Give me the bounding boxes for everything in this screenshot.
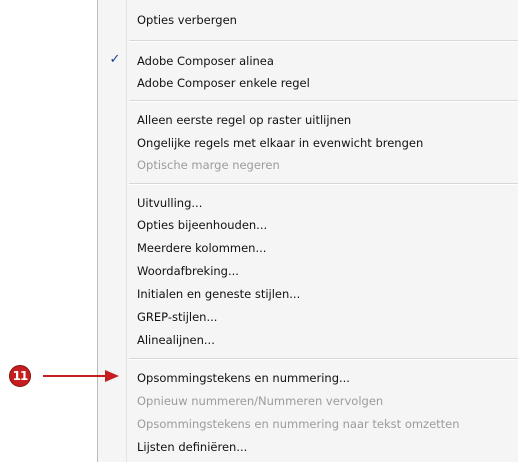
menu-item-naar-tekst-omzetten[interactable]: Opsommingstekens en nummering naar tekst… (98, 412, 518, 436)
right-arrow-icon (43, 370, 119, 382)
menu-item-label: Alleen eerste regel op raster uitlijnen (137, 113, 352, 127)
menu-item-alinealijnen[interactable]: Alinealijnen... (98, 328, 518, 352)
menu-item-label: Opties verbergen (137, 13, 237, 27)
menu-item-adobe-composer-alinea[interactable]: ✓ Adobe Composer alinea (98, 49, 518, 73)
menu-item-opties-bijeenhouden[interactable]: Opties bijeenhouden... (98, 213, 518, 237)
checkmark-icon: ✓ (109, 52, 121, 67)
menu-item-label: Opnieuw nummeren/Nummeren vervolgen (137, 394, 384, 408)
menu-item-optische-marge[interactable]: Optische marge negeren (98, 153, 518, 177)
menu-item-meerdere-kolommen[interactable]: Meerdere kolommen... (98, 236, 518, 260)
menu-item-label: Adobe Composer alinea (137, 54, 274, 68)
menu-separator (129, 100, 518, 102)
menu-item-eerste-regel-raster[interactable]: Alleen eerste regel op raster uitlijnen (98, 108, 518, 132)
menu-item-ongelijke-regels[interactable]: Ongelijke regels met elkaar in evenwicht… (98, 131, 518, 155)
menu-item-grep-stijlen[interactable]: GREP-stijlen... (98, 305, 518, 329)
menu-item-label: Opsommingstekens en nummering... (137, 371, 350, 385)
menu-item-adobe-composer-enkele-regel[interactable]: Adobe Composer enkele regel (98, 71, 518, 95)
menu-item-label: Woordafbreking... (137, 264, 239, 278)
menu-separator (129, 358, 518, 360)
menu-item-uitvulling[interactable]: Uitvulling... (98, 191, 518, 215)
menu-item-label: Opties bijeenhouden... (137, 218, 268, 232)
context-menu: Opties verbergen ✓ Adobe Composer alinea… (97, 0, 518, 462)
menu-item-initialen[interactable]: Initialen en geneste stijlen... (98, 282, 518, 306)
menu-item-label: Lijsten definiëren... (137, 440, 248, 454)
menu-item-opnieuw-nummeren[interactable]: Opnieuw nummeren/Nummeren vervolgen (98, 389, 518, 413)
callout-number: 11 (12, 369, 29, 383)
menu-separator (129, 183, 518, 185)
menu-item-label: Initialen en geneste stijlen... (137, 287, 301, 301)
menu-item-label: GREP-stijlen... (137, 310, 218, 324)
menu-item-label: Optische marge negeren (137, 158, 280, 172)
menu-item-opties-verbergen[interactable]: Opties verbergen (98, 8, 518, 32)
menu-item-label: Meerdere kolommen... (137, 241, 267, 255)
callout-number-badge: 11 (9, 365, 31, 387)
menu-item-woordafbreking[interactable]: Woordafbreking... (98, 259, 518, 283)
menu-item-label: Alinealijnen... (137, 333, 215, 347)
menu-item-opsommingstekens-nummering[interactable]: Opsommingstekens en nummering... (98, 366, 518, 390)
menu-item-label: Ongelijke regels met elkaar in evenwicht… (137, 136, 424, 150)
menu-item-label: Adobe Composer enkele regel (137, 76, 310, 90)
menu-separator (129, 40, 518, 42)
menu-item-label: Opsommingstekens en nummering naar tekst… (137, 417, 460, 431)
menu-item-lijsten-definieren[interactable]: Lijsten definiëren... (98, 435, 518, 459)
menu-item-label: Uitvulling... (137, 196, 203, 210)
